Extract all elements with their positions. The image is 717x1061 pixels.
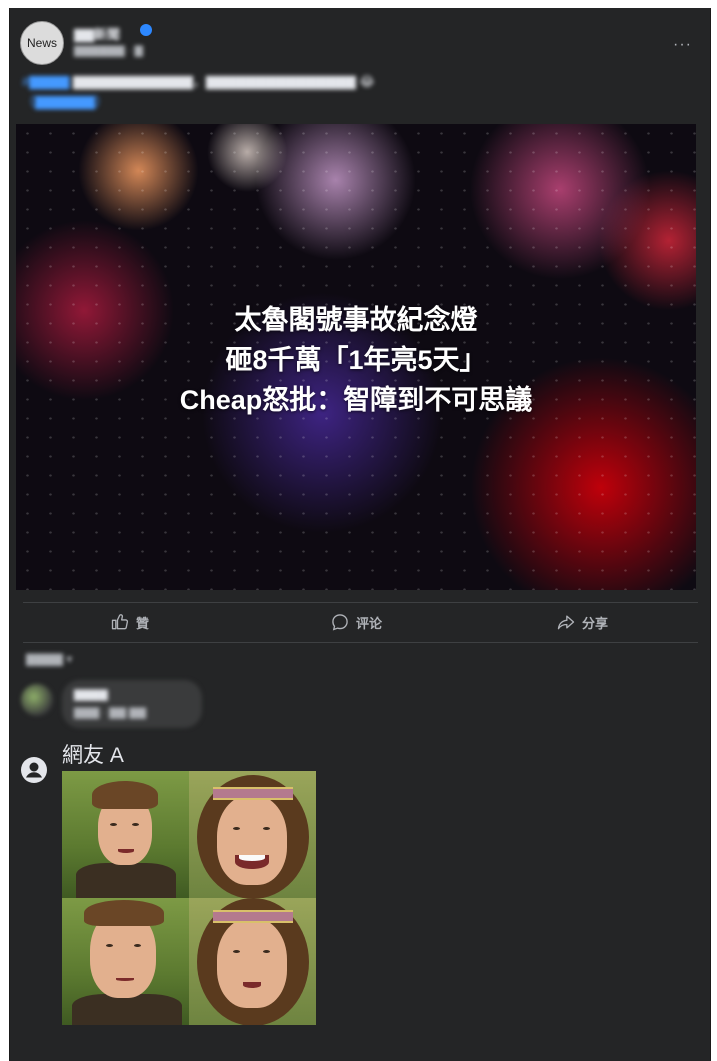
headline-line-3: Cheap怒批：智障到不可思議 [179,385,533,415]
avatar-label: News [26,36,57,50]
like-button[interactable]: 贊 [110,609,149,635]
post-image[interactable]: 太魯閣號事故紀念燈 砸8千萬「1年亮5天」 Cheap怒批：智障到不可思議 [16,124,696,590]
comment-label: 评论 [356,615,383,631]
post-caption: #▇▇▇▇ ▇▇▇▇▇▇▇▇▇▇▇▇，▇▇▇▇▇▇▇▇▇▇▇▇▇▇▇ 😂 （▇▇… [22,72,622,112]
commenter-name[interactable]: ▇▇▇▇ [74,688,108,701]
share-label: 分享 [582,615,609,631]
headline-line-2: 砸8千萬「1年亮5天」 [225,345,487,375]
meme-panel-anakin-bottom [62,898,189,1025]
page-name[interactable]: ▇▇新聞 [74,24,120,43]
meme-image[interactable] [62,771,316,1025]
image-headline: 太魯閣號事故紀念燈 砸8千萬「1年亮5天」 Cheap怒批：智障到不可思議 [16,300,696,420]
facebook-post-card: News ▇▇新聞 ▇▇▇▇▇▇ · ▇ ··· #▇▇▇▇ ▇▇▇▇▇▇▇▇▇… [9,8,711,1061]
meme-panel-anakin-top [62,771,189,898]
verified-badge-icon [140,24,152,36]
comment-button[interactable]: 评论 [330,609,382,635]
caption-hashtag[interactable]: #▇▇▇▇ [22,74,69,89]
page-avatar[interactable]: News [20,21,64,65]
netizen-name[interactable]: 網友 A [62,739,124,769]
comment-sort-dropdown[interactable]: ▇▇▇▇ ▾ [26,652,72,666]
meme-panel-padme-top [189,771,316,898]
caption-link[interactable]: （▇▇▇▇▇▇） [22,92,622,112]
meme-panel-padme-bottom [189,898,316,1025]
thumbs-up-icon [111,614,129,630]
headline-line-1: 太魯閣號事故紀念燈 [234,305,478,335]
commenter-avatar[interactable] [21,684,53,716]
comment-bubble-icon [332,614,348,631]
user-account-icon [21,757,47,783]
post-timestamp[interactable]: ▇▇▇▇▇▇ · ▇ [74,44,143,57]
caption-text: ▇▇▇▇▇▇▇▇▇▇▇▇，▇▇▇▇▇▇▇▇▇▇▇▇▇▇▇ 😂 [69,74,375,89]
divider-bottom [23,642,698,643]
more-options-button[interactable]: ··· [673,36,692,54]
like-label: 贊 [136,615,150,631]
share-button[interactable]: 分享 [556,609,608,635]
divider-top [23,602,698,603]
comment-text: ▇▇▇ · ▇▇ ▇▇ [74,707,147,719]
share-arrow-icon [557,615,575,630]
